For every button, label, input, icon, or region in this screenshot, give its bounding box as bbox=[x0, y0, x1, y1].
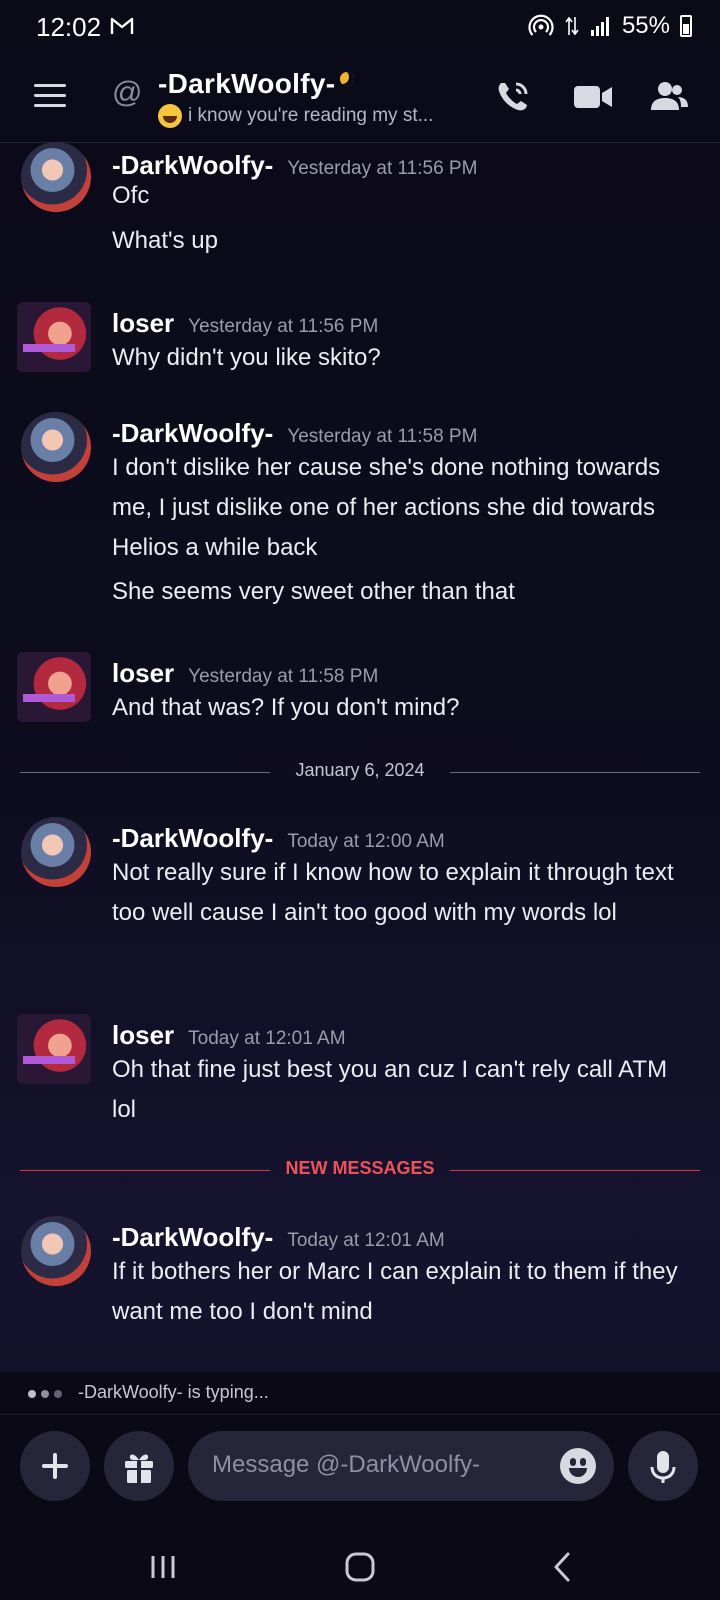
custom-status-text: i know you're reading my st... bbox=[188, 105, 434, 126]
typing-indicator: -DarkWoolfy- is typing... bbox=[0, 1372, 720, 1414]
avatar[interactable] bbox=[17, 1014, 91, 1084]
message-author[interactable]: loser Yesterday at 11:58 PM bbox=[112, 658, 378, 689]
add-attachment-button[interactable] bbox=[20, 1431, 90, 1501]
new-messages-label: NEW MESSAGES bbox=[285, 1158, 435, 1178]
system-navigation-bar bbox=[0, 1534, 720, 1600]
hotspot-icon bbox=[528, 14, 554, 36]
clock: 12:02 bbox=[36, 12, 102, 42]
chat-messages[interactable]: -DarkWoolfy- Yesterday at 11:56 PM Ofc Wh… bbox=[0, 142, 720, 1372]
message-text: Oh that fine just best you an cuz I can'… bbox=[112, 1056, 668, 1123]
laughing-emoji-icon bbox=[158, 104, 182, 128]
recent-apps-icon[interactable] bbox=[146, 1550, 180, 1584]
message-input[interactable]: Message @-DarkWoolfy- bbox=[188, 1431, 614, 1501]
message-timestamp: Yesterday at 11:58 PM bbox=[287, 426, 478, 447]
date-divider-label: January 6, 2024 bbox=[295, 760, 425, 780]
emoji-icon[interactable] bbox=[560, 1448, 596, 1484]
gift-icon bbox=[125, 1454, 153, 1483]
back-icon[interactable] bbox=[546, 1550, 580, 1584]
voice-message-button[interactable] bbox=[628, 1431, 698, 1501]
avatar[interactable] bbox=[21, 412, 91, 482]
avatar[interactable] bbox=[17, 652, 91, 722]
gift-button[interactable] bbox=[104, 1431, 174, 1501]
message-author[interactable]: -DarkWoolfy- Today at 12:01 AM bbox=[112, 1222, 445, 1253]
message-text: I don't dislike her cause she's done not… bbox=[112, 454, 661, 561]
message-text: She seems very sweet other than that bbox=[112, 578, 515, 605]
message-timestamp: Yesterday at 11:58 PM bbox=[188, 666, 379, 687]
avatar[interactable] bbox=[17, 302, 91, 372]
battery-icon bbox=[680, 15, 692, 37]
plus-icon bbox=[42, 1453, 68, 1479]
new-messages-divider: NEW MESSAGES bbox=[20, 1156, 700, 1186]
members-icon[interactable] bbox=[648, 76, 690, 118]
message-text: Ofc bbox=[112, 182, 150, 209]
menu-icon[interactable] bbox=[34, 84, 66, 108]
status-icons: 55% bbox=[528, 12, 692, 40]
signal-icon bbox=[590, 17, 609, 36]
message-text: Not really sure if I know how to explain… bbox=[112, 859, 674, 926]
dm-header: @ -DarkWoolfy- i know you're reading my … bbox=[0, 56, 720, 143]
message-timestamp: Today at 12:00 AM bbox=[287, 831, 445, 852]
avatar[interactable] bbox=[21, 142, 91, 212]
message-timestamp: Today at 12:01 AM bbox=[188, 1028, 346, 1049]
avatar[interactable] bbox=[21, 1216, 91, 1286]
message-author[interactable]: -DarkWoolfy- Today at 12:00 AM bbox=[112, 823, 445, 854]
dm-recipient-name[interactable]: -DarkWoolfy- bbox=[158, 68, 335, 100]
typing-text: -DarkWoolfy- is typing... bbox=[78, 1382, 269, 1402]
status-bar: 12:02 55% bbox=[0, 0, 720, 56]
gmail-notification-icon bbox=[110, 17, 134, 34]
message-text: What's up bbox=[112, 227, 218, 254]
message-input-placeholder: Message @-DarkWoolfy- bbox=[212, 1451, 480, 1478]
message-timestamp: Today at 12:01 AM bbox=[287, 1230, 445, 1251]
message-text: If it bothers her or Marc I can explain … bbox=[112, 1258, 678, 1325]
message-author[interactable]: loser Today at 12:01 AM bbox=[112, 1020, 346, 1051]
data-transfer-icon bbox=[565, 16, 579, 36]
message-text: Why didn't you like skito? bbox=[112, 344, 381, 371]
battery-percent: 55% bbox=[621, 12, 670, 39]
message-composer: Message @-DarkWoolfy- bbox=[0, 1414, 720, 1535]
idle-status-icon bbox=[340, 72, 354, 86]
message-author[interactable]: -DarkWoolfy- Yesterday at 11:58 PM bbox=[112, 418, 477, 449]
date-divider: January 6, 2024 bbox=[20, 758, 700, 788]
custom-status: i know you're reading my st... bbox=[158, 104, 433, 128]
phone-icon[interactable] bbox=[492, 76, 534, 118]
message-timestamp: Yesterday at 11:56 PM bbox=[188, 316, 379, 337]
home-icon[interactable] bbox=[343, 1550, 377, 1584]
at-icon: @ bbox=[112, 76, 143, 109]
typing-dots-icon bbox=[28, 1390, 62, 1398]
message-author[interactable]: loser Yesterday at 11:56 PM bbox=[112, 308, 378, 339]
avatar[interactable] bbox=[21, 817, 91, 887]
mic-icon bbox=[650, 1451, 676, 1483]
message-text: And that was? If you don't mind? bbox=[112, 694, 460, 721]
video-icon[interactable] bbox=[572, 76, 614, 118]
